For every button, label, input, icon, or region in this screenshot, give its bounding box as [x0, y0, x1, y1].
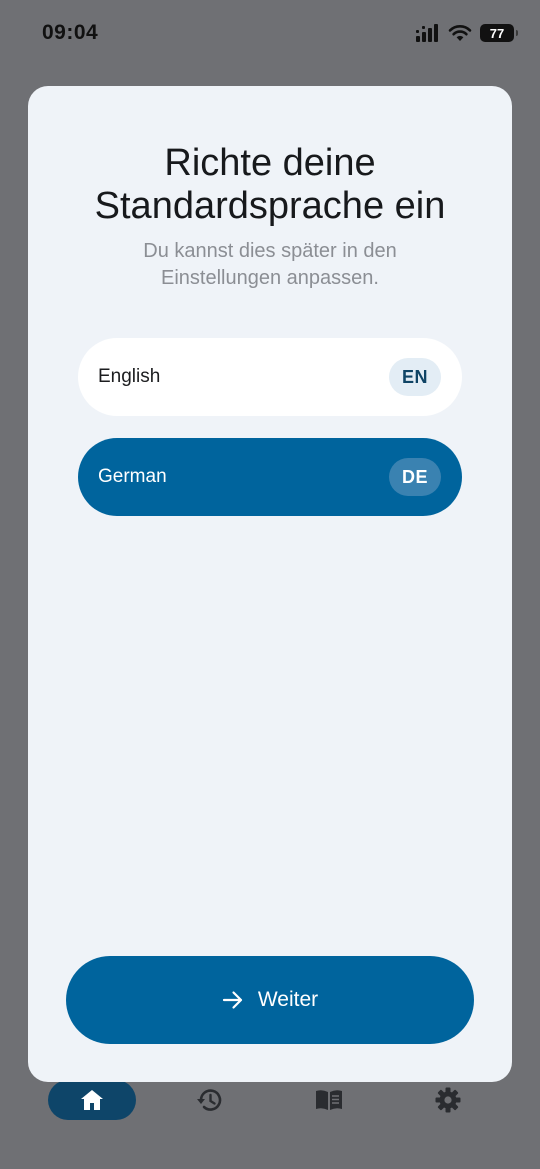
dialog-subtitle: Du kannst dies später in den Einstellung…: [58, 238, 482, 292]
nav-history[interactable]: [166, 1080, 254, 1120]
nav-settings[interactable]: [404, 1080, 492, 1120]
language-code-badge: DE: [389, 458, 441, 496]
battery-level: 77: [489, 25, 505, 41]
continue-button[interactable]: Weiter: [66, 956, 474, 1044]
dialog-title: Richte deine Standardsprache ein: [48, 142, 492, 228]
dialog-title-line-2: Standardsprache ein: [94, 185, 446, 227]
gear-icon: [434, 1086, 462, 1114]
history-icon: [196, 1087, 224, 1113]
dialog-subtitle-line-2: Einstellungen anpassen.: [161, 267, 379, 289]
status-time: 09:04: [42, 21, 99, 44]
status-bar: 09:04 77: [0, 0, 540, 70]
language-code-badge: EN: [389, 358, 441, 396]
arrow-right-icon: [222, 990, 244, 1010]
dialog-subtitle-line-1: Du kannst dies später in den: [143, 240, 397, 262]
battery-icon: 77: [480, 24, 518, 42]
dialog-title-line-1: Richte deine: [164, 142, 376, 184]
language-name: German: [98, 466, 167, 487]
language-name: English: [98, 366, 161, 387]
wifi-icon: [448, 24, 472, 42]
language-option-english[interactable]: English EN: [78, 338, 462, 416]
nav-library[interactable]: [285, 1080, 373, 1120]
signal-icon: [416, 24, 440, 42]
nav-home[interactable]: [48, 1080, 136, 1120]
status-icons: 77: [416, 24, 518, 42]
home-icon: [79, 1088, 105, 1112]
continue-label: Weiter: [257, 988, 319, 1011]
language-option-german[interactable]: German DE: [78, 438, 462, 516]
book-icon: [314, 1088, 344, 1112]
language-dialog: Richte deine Standardsprache ein Du kann…: [28, 86, 512, 1082]
